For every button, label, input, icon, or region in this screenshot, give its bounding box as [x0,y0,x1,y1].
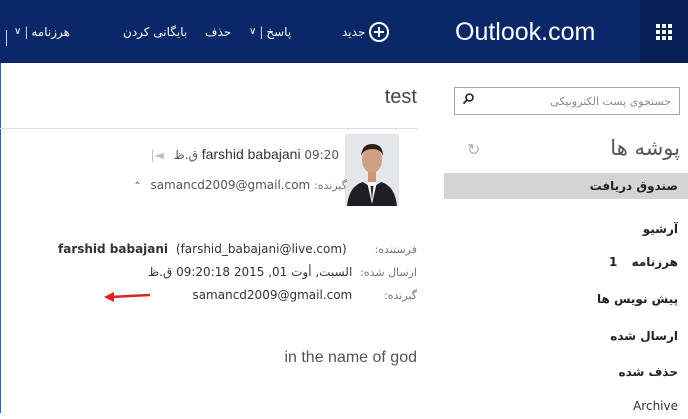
new-label: جدید [342,24,366,39]
folder-label: آرشیو [642,222,678,236]
recipient-label: گیرنده: [384,289,417,302]
folder-label: پیش نویس ها [596,292,678,306]
folder-drafts[interactable]: پیش نویس ها [444,286,688,312]
sent-value: السبت, أوت 01, 2015 09:20:18 ق.ظ [148,265,353,279]
folder-archive-fa[interactable]: آرشیو [444,216,688,242]
refresh-icon[interactable]: ↻ [467,140,480,159]
archive-button[interactable]: بایگانی کردن [123,0,187,63]
delete-label: حذف [205,24,232,39]
toolbar-separator [0,30,7,46]
reply-label: پاسخ [266,24,292,39]
folder-archive[interactable]: Archive [444,393,688,419]
avatar-photo [345,134,399,206]
plus-circle-icon [369,21,390,42]
recipient-detail-row: گیرنده: samancd2009@gmail.com [192,288,417,302]
sent-detail-row: ارسال شده: السبت, أوت 01, 2015 09:20:18 … [148,265,417,279]
reply-button[interactable]: ∨ | پاسخ [249,0,291,63]
message-subject: test [384,86,417,108]
delete-button[interactable]: حذف [205,0,231,63]
folder-label: هرزنامه [631,255,678,269]
folder-label: حذف شده [618,365,678,379]
folders-heading: پوشه ها [610,136,680,160]
search-box[interactable] [454,87,680,115]
pane-divider [0,63,1,413]
sender-detail-row: فرستنده: (farshid_babajani@live.com) far… [58,242,417,256]
folder-deleted[interactable]: حذف شده [444,359,688,385]
folder-junk[interactable]: هرزنامه 1 [444,249,688,275]
waffle-icon [656,23,672,40]
search-input[interactable] [485,88,675,114]
search-icon[interactable] [463,93,474,104]
folder-label: صندوق دریافت [589,179,678,193]
folder-label: Archive [633,399,678,413]
junk-label: هرزنامه [31,24,70,39]
chevron-down-icon[interactable]: ∨ [14,26,21,37]
folder-label: ارسال شده [610,329,678,343]
brand-title[interactable]: Outlook.com [455,18,595,47]
to-label: گیرنده: [314,179,347,192]
collapse-chevron-icon[interactable]: ⌃ [133,181,141,192]
top-bar: Outlook.com جدید ∨ | پاسخ حذف بایگانی کر… [0,0,688,63]
new-button[interactable]: جدید [342,0,390,63]
sender-label: فرستنده: [374,243,417,256]
folder-inbox[interactable]: صندوق دریافت [444,173,688,199]
sender-email[interactable]: (farshid_babajani@live.com) [176,242,347,256]
message-body: in the name of god [284,349,417,366]
annotation-arrow-icon [104,292,150,302]
to-row: گیرنده: samancd2009@gmail.com ⌃ [133,178,347,192]
sent-label: ارسال شده: [360,266,417,279]
folder-count: 1 [609,255,618,269]
junk-button[interactable]: ∨ | هرزنامه [14,0,70,63]
from-name[interactable]: farshid babajani [202,146,301,162]
header-divider [0,128,418,129]
folder-sent[interactable]: ارسال شده [444,323,688,349]
sender-name[interactable]: farshid babajani [58,242,168,256]
archive-label: بایگانی کردن [123,24,188,39]
avatar[interactable] [345,134,399,206]
to-address[interactable]: samancd2009@gmail.com [150,178,310,192]
recipient-value[interactable]: samancd2009@gmail.com [192,288,352,302]
chevron-down-icon[interactable]: ∨ [249,26,256,37]
from-row: farshid babajani 09:20 ق.ظ ◄| [151,146,347,162]
flag-icon[interactable]: ◄| [151,148,164,162]
app-launcher-button[interactable] [640,0,688,63]
